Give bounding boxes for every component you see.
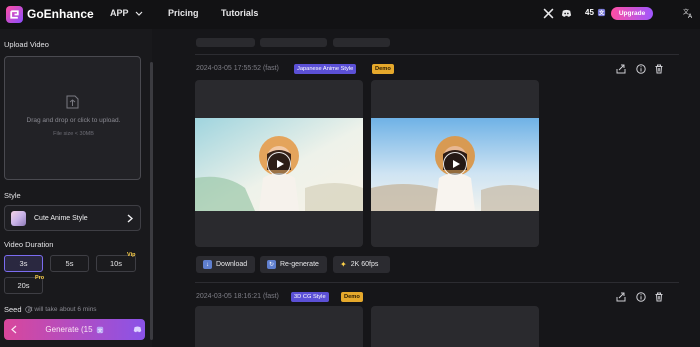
style-badge: 3D CG Style <box>291 292 329 302</box>
demo-badge: Demo <box>372 64 394 74</box>
upgrade-button[interactable]: Upgrade <box>611 7 653 20</box>
arrow-left-icon <box>11 325 17 334</box>
trash-icon[interactable] <box>654 64 664 74</box>
info-icon[interactable] <box>636 64 646 74</box>
info-icon[interactable] <box>636 292 646 302</box>
regenerate-label: Re-generate <box>280 261 319 268</box>
x-twitter-icon[interactable] <box>543 8 554 19</box>
svg-text:A: A <box>688 13 693 18</box>
panel-scrollbar[interactable] <box>150 62 153 340</box>
style-name: Cute Anime Style <box>34 215 88 222</box>
entry-divider <box>195 54 679 55</box>
seed-label: Seed <box>4 305 22 314</box>
file-upload-icon <box>66 95 79 109</box>
nav-pricing[interactable]: Pricing <box>168 8 199 18</box>
play-button[interactable] <box>267 152 291 176</box>
upscale-button[interactable]: ✦ 2K 60fps <box>333 256 390 273</box>
trash-icon[interactable] <box>654 292 664 302</box>
generation-time-note: It will take about 6 mins <box>29 306 97 313</box>
chevron-right-icon <box>127 214 133 223</box>
play-button[interactable] <box>443 152 467 176</box>
result-video-card[interactable] <box>371 306 539 347</box>
style-selector[interactable]: Cute Anime Style <box>4 205 141 231</box>
source-video-card[interactable] <box>195 306 363 347</box>
generate-button[interactable]: Generate (15 文 <box>4 319 145 340</box>
logo-icon[interactable] <box>6 6 23 23</box>
download-label: Download <box>216 261 248 268</box>
entry-divider <box>195 282 679 283</box>
upload-size-limit: File size < 30MB <box>53 131 94 137</box>
video-duration-label: Video Duration <box>4 240 54 249</box>
regenerate-icon: ↻ <box>267 260 276 269</box>
seed-row: Seed <box>4 305 32 314</box>
play-icon <box>453 160 460 168</box>
upload-video-label: Upload Video <box>4 40 49 49</box>
upscale-button[interactable] <box>333 38 390 47</box>
nav-tutorials[interactable]: Tutorials <box>221 8 258 18</box>
result-video-card[interactable] <box>371 80 539 247</box>
upload-dropzone[interactable]: Drag and drop or click to upload. File s… <box>4 56 141 180</box>
settings-panel: Upload Video Drag and drop or click to u… <box>0 29 153 347</box>
source-video-card[interactable] <box>195 80 363 247</box>
upscale-label: 2K 60fps <box>350 261 379 268</box>
download-icon: ↓ <box>203 260 212 269</box>
regenerate-button[interactable] <box>260 38 327 47</box>
discord-icon[interactable] <box>561 8 572 19</box>
job-timestamp: 2024-03-05 17:55:52 (fast) <box>196 65 279 72</box>
nav-app-menu[interactable]: APP <box>110 8 143 18</box>
brand-name[interactable]: GoEnhance <box>27 7 94 21</box>
sparkle-icon: ✦ <box>340 260 347 269</box>
discord-icon <box>133 326 142 333</box>
chevron-down-icon <box>135 11 142 16</box>
nav-app-label: APP <box>110 8 129 18</box>
credits-counter: 45 文 <box>585 8 606 17</box>
demo-badge: Demo <box>341 292 363 302</box>
style-label: Style <box>4 191 21 200</box>
duration-option-5s[interactable]: 5s <box>50 255 89 272</box>
share-icon[interactable] <box>616 64 626 74</box>
credit-icon: 文 <box>597 8 606 16</box>
svg-text:文: 文 <box>599 8 605 16</box>
style-thumbnail <box>11 211 26 226</box>
share-icon[interactable] <box>616 292 626 302</box>
results-panel: 2024-03-05 17:55:52 (fast) Japanese Anim… <box>158 29 700 347</box>
language-icon[interactable]: 文A <box>683 8 693 18</box>
upload-hint: Drag and drop or click to upload. <box>26 117 121 124</box>
regenerate-button[interactable]: ↻ Re-generate <box>260 256 327 273</box>
credit-icon: 文 <box>96 326 103 333</box>
vip-badge: Vip <box>127 252 136 258</box>
style-badge: Japanese Anime Style <box>294 64 357 74</box>
credits-value: 45 <box>585 8 594 17</box>
play-icon <box>277 160 284 168</box>
download-button[interactable]: ↓ Download <box>196 256 255 273</box>
top-bar: GoEnhance APP Pricing Tutorials 45 文 Upg… <box>0 0 700 29</box>
generate-label: Generate (15 <box>45 325 93 334</box>
download-button[interactable] <box>196 38 255 47</box>
job-timestamp: 2024-03-05 18:16:21 (fast) <box>196 293 279 300</box>
pro-badge: Pro <box>35 275 45 281</box>
duration-option-3s[interactable]: 3s <box>4 255 43 272</box>
